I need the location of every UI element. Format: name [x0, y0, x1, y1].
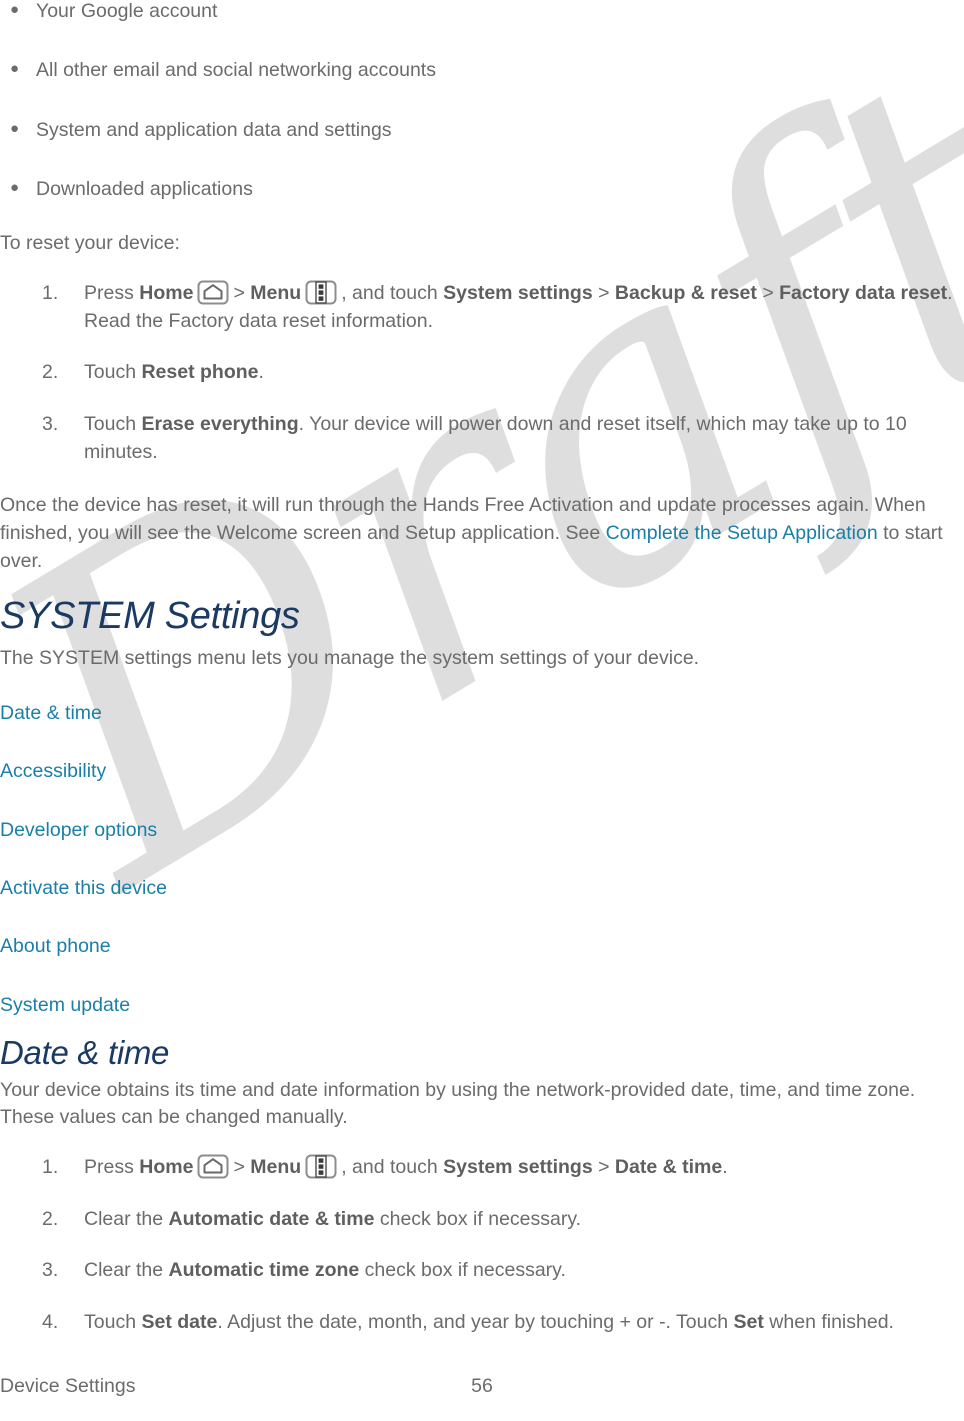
list-marker: 1. — [42, 281, 59, 304]
list-item: 2. Clear the Automatic date & time check… — [0, 1206, 964, 1234]
list-item-label: System and application data and settings — [36, 118, 392, 141]
press-word: Press — [84, 281, 134, 304]
step-tail-text: . — [258, 361, 264, 384]
list-item-label: Touch Set date. Adjust the date, month, … — [84, 1309, 964, 1337]
list-item-label: Press Home > Menu , and touch System setti… — [84, 1154, 964, 1182]
list-item: 1. Press Home > Menu , and touch System se… — [0, 280, 964, 335]
link-about-phone[interactable]: About phone — [0, 934, 964, 959]
date-time-intro: Your device obtains its time and date in… — [0, 1078, 916, 1129]
reset-intro-paragraph: To reset your device: — [0, 232, 180, 255]
document-page: ● Your Google account ● All other email … — [0, 0, 964, 1421]
after-reset-paragraph: Once the device has reset, it will run t… — [0, 492, 964, 575]
bullet-dot-icon: ● — [10, 60, 20, 78]
menu-icon — [304, 1154, 338, 1179]
list-marker: 2. — [42, 361, 59, 384]
gt-separator: > — [598, 1156, 610, 1179]
reset-phone-label: Reset phone — [141, 361, 259, 384]
step-mid-text: . Adjust the date, month, and year by to… — [217, 1311, 729, 1334]
step-lead-text: Touch — [84, 1311, 137, 1334]
list-item-label: Clear the Automatic time zone check box … — [84, 1257, 964, 1285]
page-footer: Device Settings 56 — [0, 1375, 964, 1405]
step-tail-text: check box if necessary. — [379, 1207, 582, 1230]
reset-erased-items-list: ● Your Google account ● All other email … — [0, 0, 964, 202]
reset-steps-list: 1. Press Home > Menu , and touch System se… — [0, 280, 964, 466]
list-marker: 1. — [42, 1156, 59, 1179]
set-date-label: Set date — [141, 1311, 218, 1334]
list-item: 3. Clear the Automatic time zone check b… — [0, 1257, 964, 1285]
gt-separator: > — [762, 281, 774, 304]
list-item-label: Touch Erase everything. Your device will… — [84, 411, 964, 466]
menu-label: Menu — [250, 1156, 302, 1179]
system-settings-heading: SYSTEM Settings — [0, 595, 300, 638]
system-settings-label: System settings — [443, 281, 593, 304]
link-system-update[interactable]: System update — [0, 993, 964, 1018]
complete-setup-application-link[interactable]: Complete the Setup Application — [606, 522, 878, 544]
list-item-label: Downloaded applications — [36, 177, 253, 200]
date-time-heading: Date & time — [0, 1034, 170, 1072]
footer-page-number: 56 — [471, 1375, 493, 1397]
step-mid-text: , and touch — [341, 1156, 438, 1179]
list-item: ● Downloaded applications — [0, 176, 964, 202]
step-mid-text: , and touch — [341, 281, 438, 304]
factory-data-reset-label: Factory data reset — [779, 281, 948, 304]
backup-reset-label: Backup & reset — [614, 281, 757, 304]
link-developer-options[interactable]: Developer options — [0, 818, 964, 843]
home-label: Home — [139, 1156, 194, 1179]
date-time-steps-list: 1. Press Home > Menu , and touch System se… — [0, 1154, 964, 1337]
link-date-and-time[interactable]: Date & time — [0, 701, 964, 726]
automatic-time-zone-label: Automatic time zone — [168, 1259, 360, 1282]
list-item-label: Touch Reset phone. — [84, 359, 964, 387]
list-item: 2. Touch Reset phone. — [0, 359, 964, 387]
home-icon — [196, 280, 230, 305]
bullet-dot-icon: ● — [10, 1, 20, 18]
list-item: 3. Touch Erase everything. Your device w… — [0, 411, 964, 466]
link-accessibility[interactable]: Accessibility — [0, 759, 964, 784]
set-label: Set — [733, 1311, 764, 1334]
system-settings-label: System settings — [443, 1156, 593, 1179]
step-lead-text: Touch — [84, 413, 137, 435]
gt-separator: > — [233, 1156, 245, 1179]
list-item: ● All other email and social networking … — [0, 57, 964, 83]
menu-icon — [304, 280, 338, 305]
step-lead-text: Clear the — [84, 1259, 164, 1282]
page-body: ● Your Google account ● All other email … — [0, 0, 964, 1337]
system-settings-link-list: Date & time Accessibility Developer opti… — [0, 701, 964, 1018]
link-activate-this-device[interactable]: Activate this device — [0, 876, 964, 901]
list-marker: 4. — [42, 1311, 59, 1334]
list-item-label: Press Home > Menu , and touch System setti… — [84, 280, 964, 335]
step-tail-text: . — [722, 1156, 728, 1179]
list-item: ● System and application data and settin… — [0, 117, 964, 143]
bullet-dot-icon: ● — [10, 119, 20, 137]
automatic-date-time-label: Automatic date & time — [168, 1207, 375, 1230]
list-item-label: Your Google account — [36, 0, 218, 22]
list-item: 1. Press Home > Menu , and touch System se… — [0, 1154, 964, 1182]
step-tail-text: check box if necessary. — [364, 1259, 566, 1282]
list-item-label: All other email and social networking ac… — [36, 59, 436, 82]
home-label: Home — [139, 281, 194, 304]
step-lead-text: Clear the — [84, 1207, 164, 1230]
list-marker: 2. — [42, 1207, 59, 1230]
press-word: Press — [84, 1156, 134, 1179]
list-item-label: Clear the Automatic date & time check bo… — [84, 1206, 964, 1234]
list-item: ● Your Google account — [0, 0, 964, 24]
date-time-label: Date & time — [614, 1156, 723, 1179]
erase-everything-label: Erase everything — [141, 413, 299, 435]
gt-separator: > — [233, 281, 245, 304]
list-item: 4. Touch Set date. Adjust the date, mont… — [0, 1309, 964, 1337]
system-settings-intro: The SYSTEM settings menu lets you manage… — [0, 647, 700, 670]
step-tail-text: when finished. — [769, 1311, 894, 1334]
list-marker: 3. — [42, 413, 59, 435]
home-icon — [196, 1154, 230, 1179]
menu-label: Menu — [250, 281, 302, 304]
list-marker: 3. — [42, 1259, 59, 1282]
bullet-dot-icon: ● — [10, 178, 20, 196]
gt-separator: > — [598, 281, 610, 304]
step-lead-text: Touch — [84, 361, 137, 384]
